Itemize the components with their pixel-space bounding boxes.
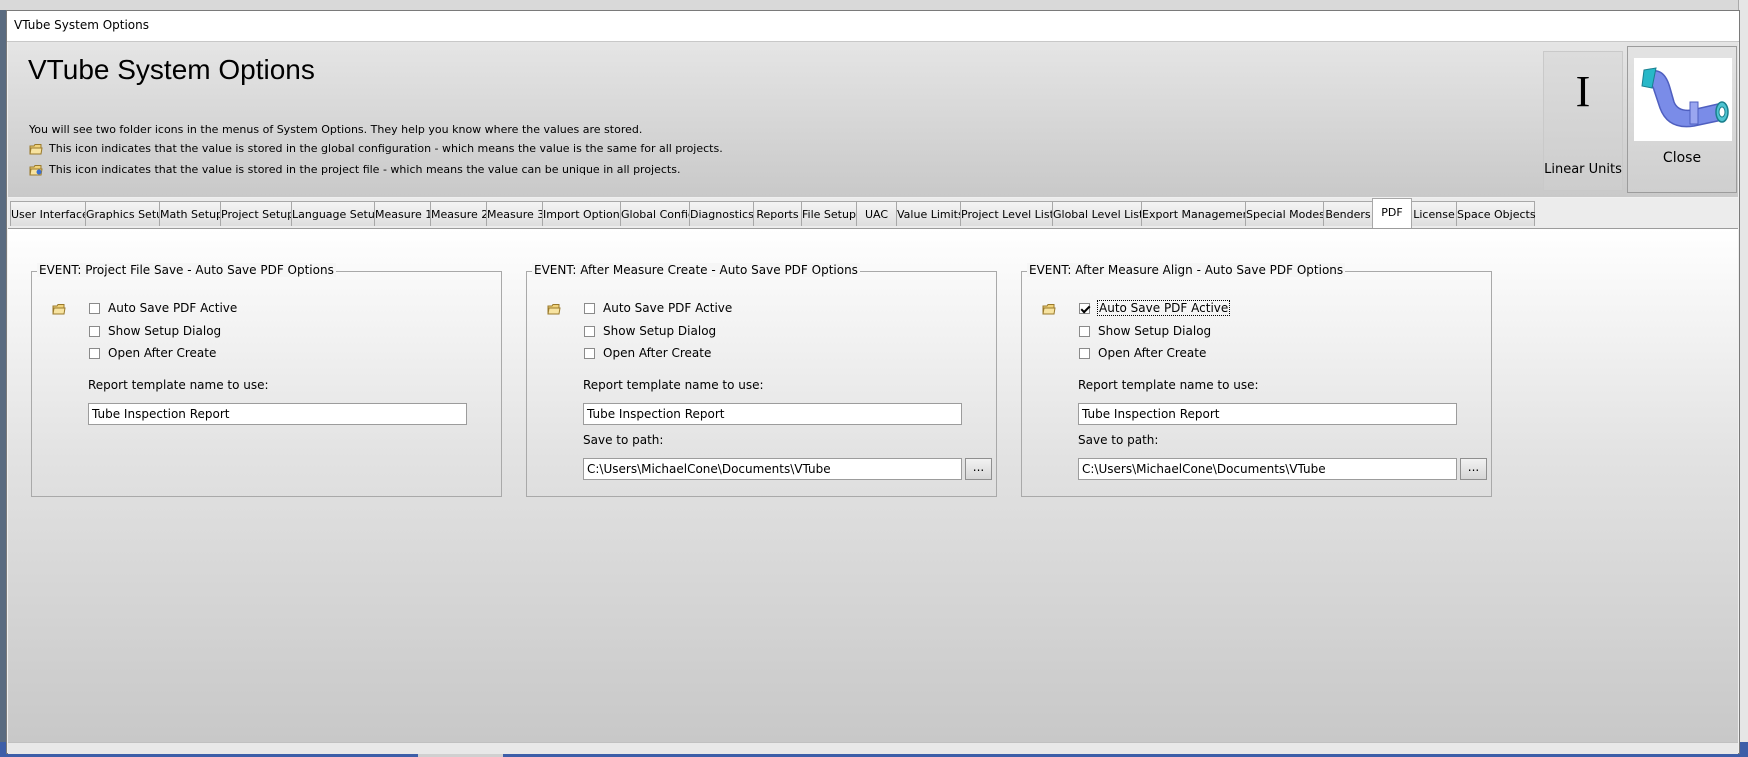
tab-measure-3[interactable]: Measure 3: [486, 201, 544, 226]
global-folder-icon: [29, 143, 43, 154]
page-title: VTube System Options: [28, 54, 315, 85]
options-tab-bar: User Interface Graphics Setup Math Setup…: [8, 198, 1738, 229]
global-folder-icon: [1042, 304, 1056, 315]
auto-save-pdf-checkbox[interactable]: Auto Save PDF Active: [89, 301, 237, 315]
checkbox-box[interactable]: [89, 347, 100, 359]
background-app-toolbar: [0, 0, 1748, 10]
show-setup-dialog-checkbox[interactable]: Show Setup Dialog: [1079, 324, 1211, 338]
browse-path-button[interactable]: ...: [965, 458, 992, 480]
template-label: Report template name to use:: [88, 378, 269, 392]
tab-diagnostics[interactable]: Diagnostics: [689, 201, 754, 226]
checkbox-box[interactable]: [89, 325, 100, 337]
tab-pdf[interactable]: PDF: [1372, 198, 1412, 228]
browse-path-button[interactable]: ...: [1460, 458, 1487, 480]
checkbox-label: Auto Save PDF Active: [603, 301, 733, 315]
global-folder-icon: [547, 304, 561, 315]
show-setup-dialog-checkbox[interactable]: Show Setup Dialog: [89, 324, 221, 338]
legend-global-text: This icon indicates that the value is st…: [49, 142, 723, 155]
close-label: Close: [1662, 150, 1702, 166]
tab-measure-1[interactable]: Measure 1: [374, 201, 432, 226]
template-name-input[interactable]: Tube Inspection Report: [583, 403, 962, 425]
save-path-input[interactable]: C:\Users\MichaelCone\Documents\VTube: [583, 458, 962, 480]
checkbox-label: Show Setup Dialog: [603, 324, 717, 338]
legend-project: This icon indicates that the value is st…: [29, 163, 680, 176]
folder-icons-info: You will see two folder icons in the men…: [29, 123, 643, 136]
options-header: VTube System Options You will see two fo…: [8, 42, 1738, 197]
checkbox-box[interactable]: [584, 347, 595, 359]
linear-units-button[interactable]: I Linear Units: [1543, 51, 1623, 191]
tab-license[interactable]: License: [1411, 201, 1457, 226]
checkbox-label: Open After Create: [1098, 346, 1207, 360]
template-name-input[interactable]: Tube Inspection Report: [88, 403, 467, 425]
tab-graphics-setup[interactable]: Graphics Setup: [85, 201, 170, 226]
tab-file-setup[interactable]: File Setup: [801, 201, 857, 226]
linear-units-symbol: I: [1575, 67, 1591, 116]
pdf-tab-content: EVENT: Project File Save - Auto Save PDF…: [8, 229, 1738, 742]
system-options-window: VTube System Options VTube System Option…: [6, 10, 1740, 754]
group-after-measure-create: EVENT: After Measure Create - Auto Save …: [526, 263, 997, 497]
group-title: EVENT: After Measure Create - Auto Save …: [532, 263, 860, 277]
tab-project-level-lists[interactable]: Project Level Lists: [960, 201, 1060, 226]
title-bar[interactable]: VTube System Options: [7, 11, 1739, 42]
tab-value-limits[interactable]: Value Limits: [896, 201, 964, 226]
template-name-input[interactable]: Tube Inspection Report: [1078, 403, 1457, 425]
open-after-create-checkbox[interactable]: Open After Create: [1079, 346, 1206, 360]
save-path-input[interactable]: C:\Users\MichaelCone\Documents\VTube: [1078, 458, 1457, 480]
checkbox-box[interactable]: [584, 325, 595, 337]
tab-math-setup[interactable]: Math Setup: [159, 201, 223, 226]
checkbox-label: Open After Create: [108, 346, 217, 360]
tab-space-objects[interactable]: Space Objects: [1456, 201, 1536, 226]
checkbox-box[interactable]: [89, 302, 100, 314]
global-folder-icon: [52, 304, 66, 315]
tab-global-level-lists[interactable]: Global Level Lists: [1052, 201, 1149, 226]
open-after-create-checkbox[interactable]: Open After Create: [584, 346, 711, 360]
checkbox-label: Auto Save PDF Active: [1096, 300, 1231, 316]
tab-language-setup[interactable]: Language Setup: [291, 201, 382, 226]
tab-user-interface[interactable]: User Interface: [10, 201, 89, 226]
close-button[interactable]: Close: [1627, 46, 1737, 193]
group-after-measure-align: EVENT: After Measure Align - Auto Save P…: [1021, 263, 1492, 497]
auto-save-pdf-checkbox[interactable]: Auto Save PDF Active: [584, 301, 732, 315]
checkbox-box-checked[interactable]: [1079, 302, 1090, 314]
tab-uac[interactable]: UAC: [856, 201, 897, 226]
checkbox-label: Show Setup Dialog: [1098, 324, 1212, 338]
group-title: EVENT: After Measure Align - Auto Save P…: [1027, 263, 1346, 277]
show-setup-dialog-checkbox[interactable]: Show Setup Dialog: [584, 324, 716, 338]
tube-close-icon: [1634, 58, 1732, 141]
tab-global-config[interactable]: Global Config: [620, 201, 695, 226]
tab-export-management[interactable]: Export Management: [1141, 201, 1254, 226]
tab-project-setup[interactable]: Project Setup: [220, 201, 294, 226]
save-path-label: Save to path:: [1078, 433, 1159, 447]
group-project-file-save: EVENT: Project File Save - Auto Save PDF…: [31, 263, 502, 497]
checkbox-label: Open After Create: [603, 346, 712, 360]
save-path-label: Save to path:: [583, 433, 664, 447]
window-title: VTube System Options: [14, 18, 149, 32]
open-after-create-checkbox[interactable]: Open After Create: [89, 346, 216, 360]
checkbox-box[interactable]: [1079, 325, 1090, 337]
window-status-strip: [8, 742, 1738, 754]
checkbox-label: Show Setup Dialog: [108, 324, 222, 338]
linear-units-label: Linear Units: [1544, 162, 1622, 177]
tab-measure-2[interactable]: Measure 2: [430, 201, 488, 226]
legend-project-text: This icon indicates that the value is st…: [49, 163, 681, 176]
tab-import-options[interactable]: Import Options: [542, 201, 625, 226]
project-folder-icon: [29, 164, 43, 175]
group-title: EVENT: Project File Save - Auto Save PDF…: [37, 263, 336, 277]
template-label: Report template name to use:: [583, 378, 764, 392]
auto-save-pdf-checkbox[interactable]: Auto Save PDF Active: [1079, 300, 1231, 316]
checkbox-box[interactable]: [1079, 347, 1090, 359]
legend-global: This icon indicates that the value is st…: [29, 142, 723, 155]
checkbox-box[interactable]: [584, 302, 595, 314]
tab-reports[interactable]: Reports: [753, 201, 802, 226]
checkbox-label: Auto Save PDF Active: [108, 301, 238, 315]
tab-benders[interactable]: Benders: [1323, 201, 1373, 226]
tab-special-modes[interactable]: Special Modes: [1245, 201, 1325, 226]
template-label: Report template name to use:: [1078, 378, 1259, 392]
